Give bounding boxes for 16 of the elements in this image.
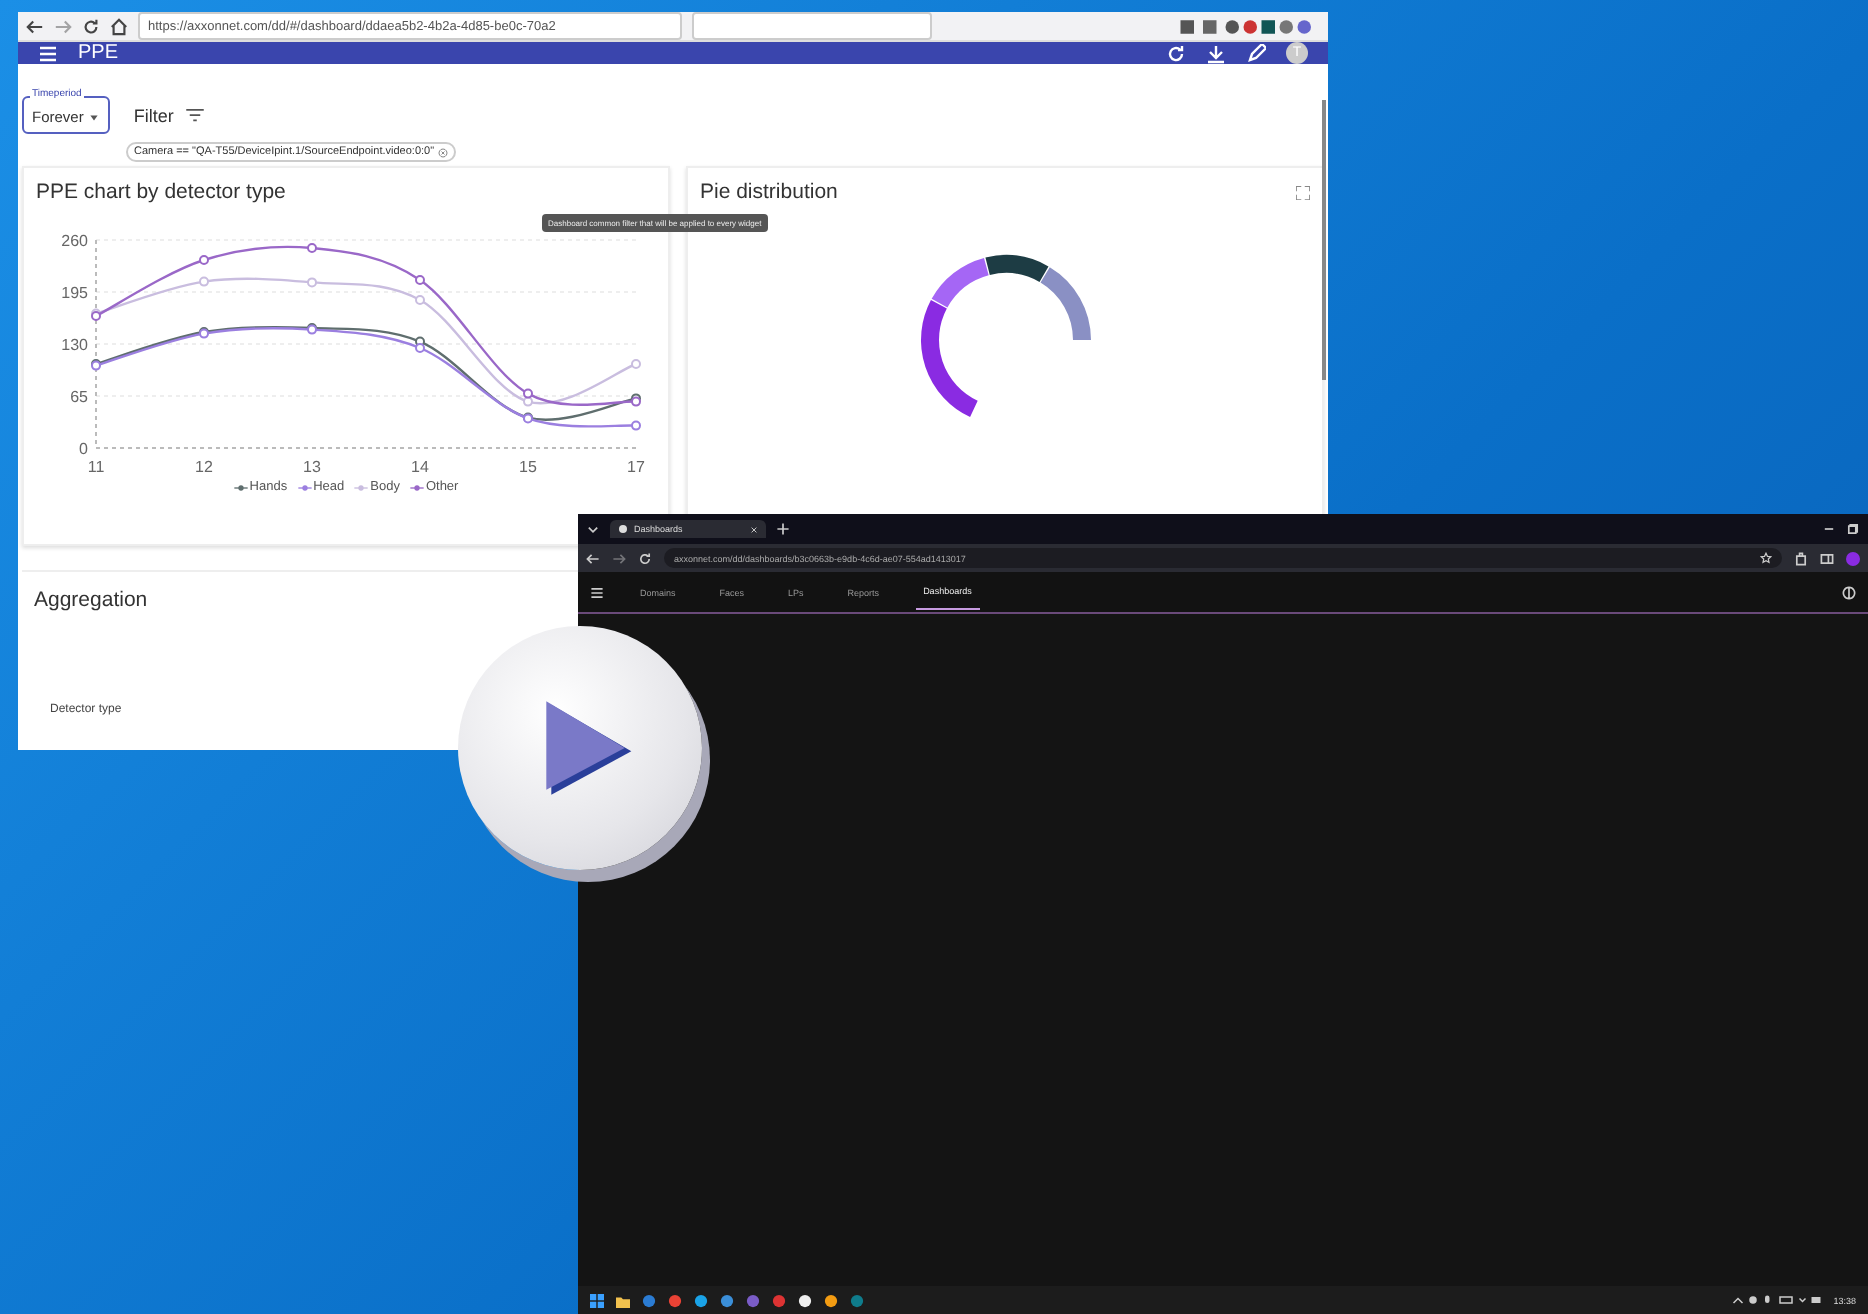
x-tick-label: 12 xyxy=(195,458,213,476)
y-tick-label: 260 xyxy=(61,232,88,250)
x-tick-label: 11 xyxy=(87,458,105,476)
card-title: Pie distribution xyxy=(700,180,838,204)
app-title: PPE xyxy=(78,42,119,64)
x-tick-label: 17 xyxy=(627,458,645,476)
y-tick-label: 0 xyxy=(79,440,88,458)
x-tick-label: 13 xyxy=(303,458,321,476)
card-title: Aggregation xyxy=(34,588,148,612)
y-tick-label: 195 xyxy=(61,284,88,302)
x-tick-label: 15 xyxy=(519,458,537,476)
filter-label: Filter xyxy=(133,105,174,125)
y-tick-label: 65 xyxy=(70,388,88,406)
x-tick-label: 14 xyxy=(411,458,429,476)
card-title: PPE chart by detector type xyxy=(36,180,286,204)
y-tick-label: 130 xyxy=(61,336,88,354)
